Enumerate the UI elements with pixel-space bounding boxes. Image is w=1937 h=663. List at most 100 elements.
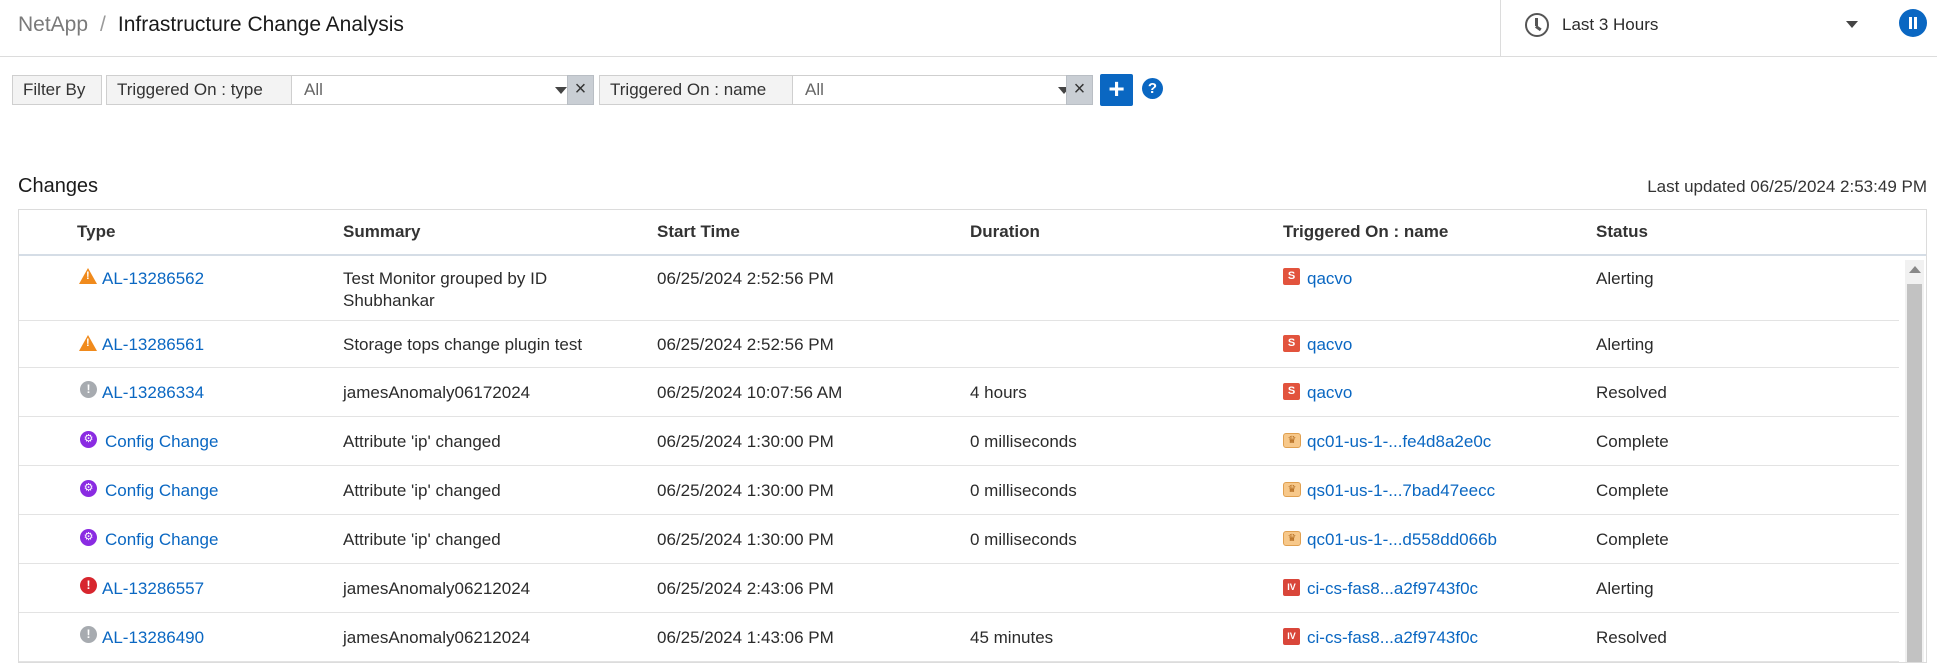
start-time-cell: 06/25/2024 10:07:56 AM [657,383,843,402]
start-time-cell: 06/25/2024 1:30:00 PM [657,530,834,549]
filter-name-name: Triggered On : name [599,75,793,105]
duration-cell: 45 minutes [970,628,1054,647]
scrollbar-thumb[interactable] [1907,284,1922,662]
type-link[interactable]: Config Change [105,431,218,453]
summary-cell: jamesAnomaly06212024 [343,628,531,647]
start-time-cell: 06/25/2024 2:52:56 PM [657,269,834,288]
type-link[interactable]: AL-13286561 [102,334,204,356]
table-row: ⚙ Config Change Attribute 'ip' changed 0… [19,515,1899,564]
start-time-cell: 06/25/2024 1:43:06 PM [657,628,834,647]
status-cell: Resolved [1596,383,1667,402]
type-link[interactable]: AL-13286562 [102,268,204,290]
table-row: ⚙ Config Change Attribute 'ip' changed 0… [19,417,1899,466]
start-time-cell: 06/25/2024 2:52:56 PM [657,335,834,354]
start-time-cell: 06/25/2024 1:30:00 PM [657,481,834,500]
add-filter-button[interactable]: + [1100,74,1133,106]
storage-icon: S [1283,268,1300,285]
trigger-link[interactable]: qacvo [1307,334,1352,356]
info-grey-icon: ! [80,381,97,398]
help-icon[interactable]: ? [1142,78,1163,99]
table-row: ! AL-13286334 jamesAnomaly06172024 06/25… [19,368,1899,417]
status-cell: Resolved [1596,628,1667,647]
summary-cell: Attribute 'ip' changed [343,432,501,451]
close-icon[interactable]: × [567,75,594,105]
summary-cell: jamesAnomaly06212024 [343,579,531,598]
filter-name-type: Triggered On : type [106,75,292,105]
trigger-link[interactable]: qs01-us-1-...7bad47eecc [1307,480,1495,502]
trigger-link[interactable]: qacvo [1307,268,1352,290]
duration-cell: 0 milliseconds [970,481,1077,500]
vertical-scrollbar[interactable] [1905,260,1924,662]
last-updated: Last updated 06/25/2024 2:53:49 PM [1647,177,1927,196]
storage-icon: S [1283,335,1300,352]
column-header-triggered-on-name[interactable]: Triggered On : name [1283,222,1448,242]
duration-cell: 0 milliseconds [970,530,1077,549]
trigger-link[interactable]: ci-cs-fas8...a2f9743f0c [1307,627,1478,649]
type-link[interactable]: Config Change [105,529,218,551]
status-cell: Complete [1596,432,1669,451]
status-cell: Alerting [1596,579,1654,598]
breadcrumb-separator: / [100,13,106,36]
filter-type-select[interactable]: All [291,75,578,105]
filter-type-value: All [304,80,323,99]
type-link[interactable]: AL-13286334 [102,382,204,404]
critical-icon: ! [80,577,97,594]
instance-icon: ♛ [1283,482,1301,497]
changes-table: Type Summary Start Time Duration Trigger… [18,209,1927,663]
scroll-up-icon[interactable] [1909,266,1921,273]
trigger-link[interactable]: qacvo [1307,382,1352,404]
duration-cell: 0 milliseconds [970,432,1077,451]
summary-cell: Storage tops change plugin test [343,335,583,354]
table-header: Type Summary Start Time Duration Trigger… [19,210,1926,256]
trigger-link[interactable]: qc01-us-1-...d558dd066b [1307,529,1497,551]
chevron-down-icon [1846,21,1858,28]
internal-volume-icon: IV [1283,628,1300,645]
section-title: Changes [18,175,99,197]
table-row: ! AL-13286557 jamesAnomaly06212024 06/25… [19,564,1899,613]
chevron-down-icon [555,87,567,94]
instance-icon: ♛ [1283,433,1301,448]
column-header-type[interactable]: Type [77,222,115,242]
trigger-link[interactable]: ci-cs-fas8...a2f9743f0c [1307,578,1478,600]
table-row: ! AL-13286561 Storage tops change plugin… [19,321,1899,368]
summary-cell: Attribute 'ip' changed [343,530,501,549]
pause-icon[interactable] [1899,9,1927,37]
storage-icon: S [1283,383,1300,400]
config-change-icon: ⚙ [80,529,97,546]
summary-cell: Test Monitor grouped by ID Shubhankar [343,269,548,310]
type-link[interactable]: AL-13286557 [102,578,204,600]
internal-volume-icon: IV [1283,579,1300,596]
time-range-picker[interactable]: Last 3 Hours [1500,0,1860,57]
warning-icon: ! [79,268,97,284]
type-link[interactable]: Config Change [105,480,218,502]
summary-cell: Attribute 'ip' changed [343,481,501,500]
column-header-status[interactable]: Status [1596,222,1648,242]
column-header-start-time[interactable]: Start Time [657,222,740,242]
instance-icon: ♛ [1283,531,1301,546]
page-title: Infrastructure Change Analysis [117,13,404,36]
duration-cell: 4 hours [970,383,1027,402]
column-header-duration[interactable]: Duration [970,222,1040,242]
trigger-link[interactable]: qc01-us-1-...fe4d8a2e0c [1307,431,1491,453]
status-cell: Alerting [1596,269,1654,288]
summary-cell: jamesAnomaly06172024 [343,383,531,402]
filter-name-select[interactable]: All [792,75,1081,105]
start-time-cell: 06/25/2024 2:43:06 PM [657,579,834,598]
time-range-label: Last 3 Hours [1562,15,1659,34]
close-icon[interactable]: × [1066,75,1093,105]
clock-icon [1525,13,1549,37]
column-header-summary[interactable]: Summary [343,222,420,242]
table-row: ⚙ Config Change Attribute 'ip' changed 0… [19,466,1899,515]
status-cell: Alerting [1596,335,1654,354]
status-cell: Complete [1596,481,1669,500]
breadcrumb: NetApp / Infrastructure Change Analysis [18,13,404,37]
breadcrumb-root[interactable]: NetApp [18,13,88,36]
table-row: ! AL-13286562 Test Monitor grouped by ID… [19,256,1899,321]
type-link[interactable]: AL-13286490 [102,627,204,649]
filter-name-value: All [805,80,824,99]
info-grey-icon: ! [80,626,97,643]
config-change-icon: ⚙ [80,431,97,448]
filter-by-label: Filter By [12,75,102,105]
top-bar: NetApp / Infrastructure Change Analysis La… [0,0,1937,57]
config-change-icon: ⚙ [80,480,97,497]
